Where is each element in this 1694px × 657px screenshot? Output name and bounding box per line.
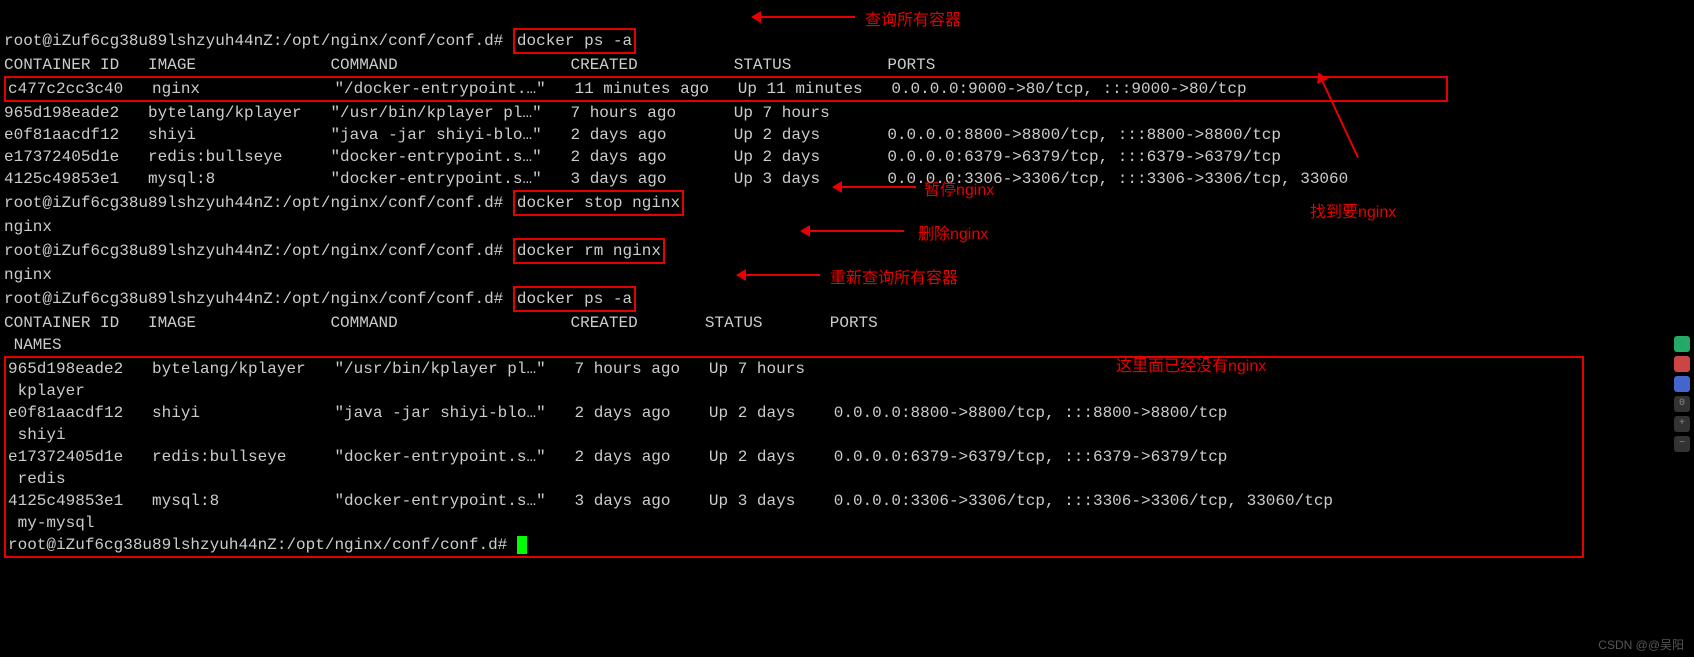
prompt: root@iZuf6cg38u89lshzyuh44nZ:/opt/nginx/… [8, 536, 507, 554]
table-row-name: redis [8, 470, 66, 488]
table-header-1: CONTAINER ID IMAGE COMMAND CREATED STATU… [4, 56, 935, 74]
command-box-4: docker ps -a [513, 286, 636, 312]
annotation-find-nginx: 找到要nginx [1310, 198, 1396, 222]
table-row-name: my-mysql [8, 514, 94, 532]
editor-sidebar: 0 + − [1674, 332, 1694, 512]
annotation-requery: 重新查询所有容器 [830, 264, 958, 288]
arrow-icon [740, 274, 820, 276]
arrow-icon [836, 186, 916, 188]
output: nginx [4, 266, 52, 284]
sidebar-icon[interactable] [1674, 356, 1690, 372]
cursor [517, 536, 527, 554]
watermark: CSDN @@吴阳 [1598, 636, 1684, 653]
prompt: root@iZuf6cg38u89lshzyuh44nZ:/opt/nginx/… [4, 242, 503, 260]
prompt: root@iZuf6cg38u89lshzyuh44nZ:/opt/nginx/… [4, 290, 503, 308]
command-box-2: docker stop nginx [513, 190, 684, 216]
sidebar-icon[interactable]: − [1674, 436, 1690, 452]
table-header-2b: NAMES [4, 336, 62, 354]
terminal[interactable]: root@iZuf6cg38u89lshzyuh44nZ:/opt/nginx/… [0, 0, 1694, 586]
annotation-stop-nginx: 暂停nginx [924, 176, 994, 200]
command-box-1: docker ps -a [513, 28, 636, 54]
sidebar-icon[interactable]: 0 [1674, 396, 1690, 412]
sidebar-icon[interactable] [1674, 376, 1690, 392]
annotation-query-all: 查询所有容器 [865, 6, 961, 30]
annotation-no-nginx: 这里面已经没有nginx [1116, 352, 1266, 376]
command-box-3: docker rm nginx [513, 238, 665, 264]
prompt: root@iZuf6cg38u89lshzyuh44nZ:/opt/nginx/… [4, 194, 503, 212]
table-row: 4125c49853e1 mysql:8 "docker-entrypoint.… [4, 170, 1348, 188]
table-row: e17372405d1e redis:bullseye "docker-entr… [4, 148, 1281, 166]
nginx-row-highlight: c477c2cc3c40 nginx "/docker-entrypoint.…… [4, 76, 1448, 102]
result-box-highlight: 965d198eade2 bytelang/kplayer "/usr/bin/… [4, 356, 1584, 558]
table-row: 4125c49853e1 mysql:8 "docker-entrypoint.… [8, 492, 1333, 510]
arrow-icon [755, 16, 855, 18]
table-row: e17372405d1e redis:bullseye "docker-entr… [8, 448, 1227, 466]
table-row: e0f81aacdf12 shiyi "java -jar shiyi-blo…… [4, 126, 1281, 144]
table-row: 965d198eade2 bytelang/kplayer "/usr/bin/… [4, 104, 830, 122]
table-row: e0f81aacdf12 shiyi "java -jar shiyi-blo…… [8, 404, 1227, 422]
annotation-rm-nginx: 删除nginx [918, 220, 988, 244]
output: nginx [4, 218, 52, 236]
table-row-name: shiyi [8, 426, 66, 444]
prompt: root@iZuf6cg38u89lshzyuh44nZ:/opt/nginx/… [4, 32, 503, 50]
table-row-name: kplayer [8, 382, 85, 400]
sidebar-icon[interactable] [1674, 336, 1690, 352]
table-header-2a: CONTAINER ID IMAGE COMMAND CREATED STATU… [4, 314, 878, 332]
table-row: 965d198eade2 bytelang/kplayer "/usr/bin/… [8, 360, 805, 378]
sidebar-icon[interactable]: + [1674, 416, 1690, 432]
arrow-icon [804, 230, 904, 232]
